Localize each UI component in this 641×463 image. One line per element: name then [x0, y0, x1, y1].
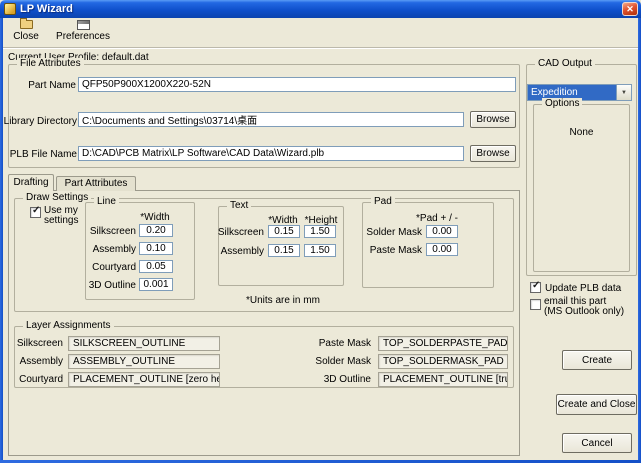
- file-attributes-title: File Attributes: [17, 58, 84, 69]
- update-plb-label: Update PLB data: [545, 283, 621, 294]
- line-courtyard-label: Courtyard: [92, 262, 136, 273]
- pad-header: *Pad + / -: [413, 213, 461, 224]
- cad-output-title: CAD Output: [535, 58, 595, 69]
- options-title: Options: [542, 98, 582, 109]
- use-my-settings-checkbox[interactable]: ✓: [30, 207, 41, 218]
- create-and-close-button-label: Create and Close: [558, 399, 636, 410]
- create-button-label: Create: [582, 355, 612, 366]
- pad-group-title: Pad: [371, 196, 395, 207]
- part-name-input[interactable]: [78, 77, 516, 92]
- window-title: LP Wizard: [20, 3, 73, 15]
- update-plb-checkbox[interactable]: ✓: [530, 282, 541, 293]
- chevron-down-icon: ▼: [621, 90, 627, 96]
- plb-file-name-input[interactable]: [78, 146, 464, 161]
- plb-browse-button[interactable]: Browse: [470, 145, 516, 162]
- toolbar-close-label: Close: [13, 31, 39, 42]
- titlebar: LP Wizard ✕: [0, 0, 641, 18]
- close-icon: ✕: [626, 4, 634, 14]
- cancel-button[interactable]: Cancel: [562, 433, 632, 453]
- line-group-title: Line: [94, 196, 119, 207]
- line-silkscreen-label: Silkscreen: [90, 226, 136, 237]
- line-3d-outline-input[interactable]: [139, 278, 173, 291]
- lp-wizard-window: LP Wizard ✕ Close Preferences Current Us…: [0, 0, 641, 463]
- email-part-label-line2: (MS Outlook only): [544, 306, 624, 317]
- layer-courtyard-label: Courtyard: [19, 374, 63, 385]
- toolbar-preferences-label: Preferences: [56, 31, 110, 42]
- check-icon: ✓: [532, 280, 540, 291]
- text-assembly-height-input[interactable]: [304, 244, 336, 257]
- plb-file-name-label: PLB File Name: [10, 149, 77, 160]
- line-assembly-input[interactable]: [139, 242, 173, 255]
- layer-assignments-title: Layer Assignments: [23, 320, 114, 331]
- layer-paste-mask-label: Paste Mask: [319, 338, 371, 349]
- draw-settings-title: Draw Settings: [23, 192, 91, 203]
- layer-solder-mask-label: Solder Mask: [315, 356, 371, 367]
- email-part-checkbox[interactable]: [530, 299, 541, 310]
- tab-drafting[interactable]: Drafting: [8, 174, 54, 191]
- text-group-title: Text: [227, 200, 251, 211]
- options-value: None: [533, 127, 630, 138]
- layer-solder-mask-value: TOP_SOLDERMASK_PAD: [378, 354, 508, 369]
- layer-silkscreen-value: SILKSCREEN_OUTLINE: [68, 336, 220, 351]
- window-frame-left: [0, 18, 3, 463]
- window-close-button[interactable]: ✕: [622, 2, 638, 16]
- layer-3d-outline-value: PLACEMENT_OUTLINE [true height]: [378, 372, 508, 387]
- line-3d-outline-label: 3D Outline: [89, 280, 136, 291]
- line-courtyard-input[interactable]: [139, 260, 173, 273]
- layer-assembly-value: ASSEMBLY_OUTLINE: [68, 354, 220, 369]
- create-and-close-button[interactable]: Create and Close: [556, 394, 637, 415]
- toolbar-preferences-button[interactable]: Preferences: [50, 20, 116, 47]
- layer-silkscreen-label: Silkscreen: [17, 338, 63, 349]
- tab-part-attributes[interactable]: Part Attributes: [56, 176, 136, 191]
- library-browse-label: Browse: [476, 114, 509, 125]
- plb-browse-label: Browse: [476, 148, 509, 159]
- app-icon: [4, 3, 16, 15]
- combo-dropdown-button[interactable]: ▼: [616, 85, 631, 100]
- pad-solder-mask-input[interactable]: [426, 225, 458, 238]
- toolbar-separator: [3, 47, 638, 49]
- cancel-button-label: Cancel: [581, 438, 612, 449]
- layer-paste-mask-value: TOP_SOLDERPASTE_PAD: [378, 336, 508, 351]
- layer-courtyard-value: PLACEMENT_OUTLINE [zero height]: [68, 372, 220, 387]
- text-assembly-width-input[interactable]: [268, 244, 300, 257]
- library-browse-button[interactable]: Browse: [470, 111, 516, 128]
- text-silkscreen-width-input[interactable]: [268, 225, 300, 238]
- text-silkscreen-height-input[interactable]: [304, 225, 336, 238]
- line-assembly-label: Assembly: [93, 244, 136, 255]
- pad-paste-mask-input[interactable]: [426, 243, 458, 256]
- text-assembly-label: Assembly: [221, 246, 264, 257]
- layer-3d-outline-label: 3D Outline: [324, 374, 371, 385]
- library-directory-input[interactable]: [78, 112, 464, 127]
- create-button[interactable]: Create: [562, 350, 632, 370]
- check-icon: ✓: [32, 205, 40, 216]
- layer-assembly-label: Assembly: [20, 356, 63, 367]
- part-name-label: Part Name: [28, 80, 76, 91]
- close-folder-icon: [20, 20, 33, 29]
- units-note: *Units are in mm: [246, 295, 320, 306]
- library-directory-label: Library Directory: [4, 116, 77, 127]
- preferences-window-icon: [77, 20, 90, 30]
- pad-paste-mask-label: Paste Mask: [370, 245, 422, 256]
- line-silkscreen-input[interactable]: [139, 224, 173, 237]
- line-width-header: *Width: [136, 212, 174, 223]
- toolbar-close-button[interactable]: Close: [4, 20, 48, 47]
- text-silkscreen-label: Silkscreen: [218, 227, 264, 238]
- pad-solder-mask-label: Solder Mask: [366, 227, 422, 238]
